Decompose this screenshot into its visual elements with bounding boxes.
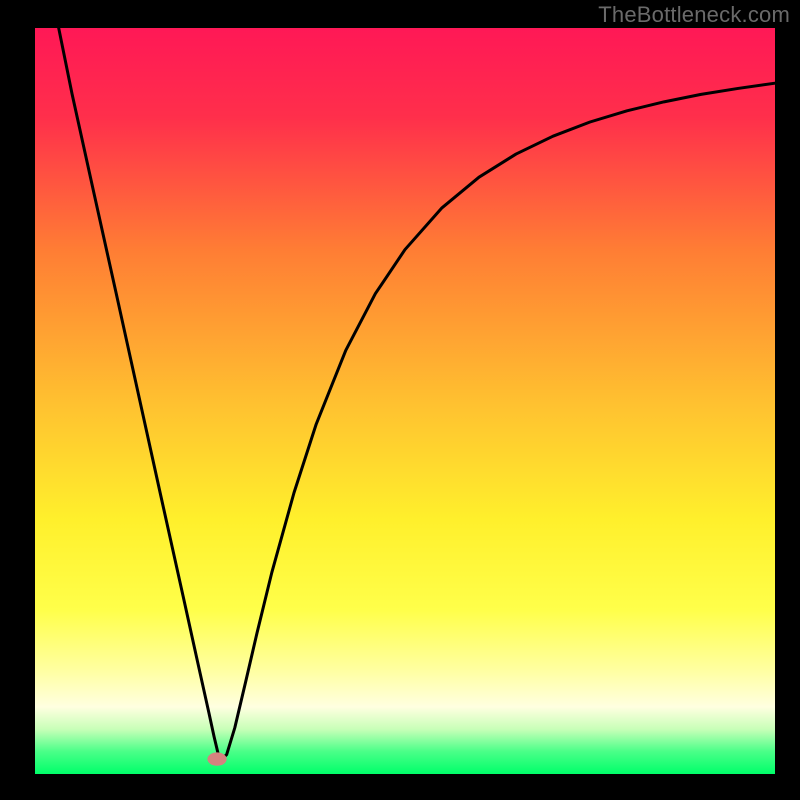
optimum-marker (207, 752, 226, 765)
bottleneck-chart (0, 0, 800, 800)
chart-container: TheBottleneck.com (0, 0, 800, 800)
plot-background (35, 28, 775, 774)
